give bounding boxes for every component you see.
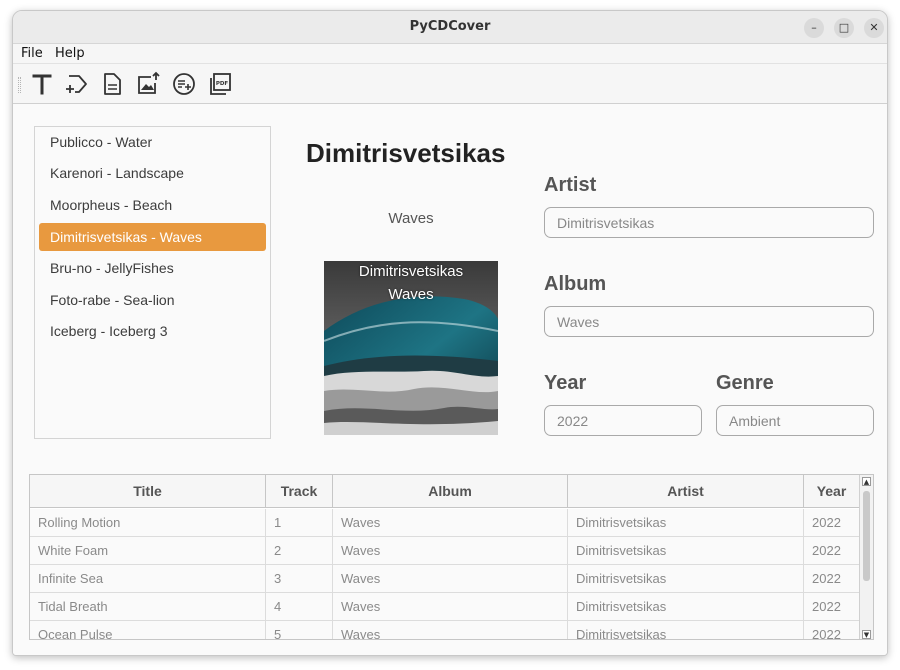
cell-artist: Dimitrisvetsikas — [568, 509, 804, 537]
menu-help[interactable]: Help — [55, 46, 85, 61]
scroll-up-icon[interactable]: ▲ — [862, 477, 871, 486]
album-label: Album — [544, 273, 607, 295]
column-header-track[interactable]: Track — [266, 475, 333, 508]
cover-image: Dimitrisvetsikas Waves — [324, 261, 498, 435]
list-item[interactable]: Karenori - Landscape — [39, 159, 266, 187]
year-label: Year — [544, 372, 587, 394]
cell-year: 2022 — [804, 565, 860, 593]
cell-title: Rolling Motion — [30, 509, 266, 537]
track-table[interactable]: Title Track Album Artist Year Rolling Mo… — [29, 474, 874, 640]
preview-album-caption: Waves — [388, 210, 434, 227]
table-row[interactable]: Rolling Motion 1 Waves Dimitrisvetsikas … — [30, 509, 860, 537]
list-item-selected[interactable]: Dimitrisvetsikas - Waves — [39, 223, 266, 251]
cell-album: Waves — [333, 621, 568, 639]
column-header-year[interactable]: Year — [804, 475, 860, 508]
cell-track: 5 — [266, 621, 333, 639]
cover-artist-text: Dimitrisvetsikas — [358, 263, 464, 280]
genre-field[interactable] — [716, 405, 874, 436]
cell-album: Waves — [333, 593, 568, 621]
close-button[interactable]: ✕ — [864, 18, 884, 38]
table-row[interactable]: White Foam 2 Waves Dimitrisvetsikas 2022 — [30, 537, 860, 565]
window-title: PyCDCover — [409, 19, 491, 34]
toolbar: PDF — [13, 64, 887, 104]
table-scrollbar[interactable]: ▲ ▼ — [859, 475, 873, 639]
column-header-title[interactable]: Title — [30, 475, 266, 508]
maximize-button[interactable]: □ — [834, 18, 854, 38]
cell-track: 1 — [266, 509, 333, 537]
document-icon[interactable] — [99, 71, 125, 97]
list-item[interactable]: Iceberg - Iceberg 3 — [39, 317, 266, 345]
cell-title: Ocean Pulse — [30, 621, 266, 639]
artist-field[interactable] — [544, 207, 874, 238]
svg-text:PDF: PDF — [216, 81, 229, 87]
cover-album-text: Waves — [388, 286, 434, 303]
table-row[interactable]: Ocean Pulse 5 Waves Dimitrisvetsikas 202… — [30, 621, 860, 639]
app-window: PyCDCover – □ ✕ File Help PDF Publicco -… — [12, 10, 888, 656]
cell-album: Waves — [333, 509, 568, 537]
artist-label: Artist — [544, 174, 597, 196]
menu-file[interactable]: File — [21, 46, 43, 61]
scroll-thumb[interactable] — [863, 491, 870, 581]
cell-year: 2022 — [804, 621, 860, 639]
cell-artist: Dimitrisvetsikas — [568, 565, 804, 593]
preview-artist-title: Dimitrisvetsikas — [306, 138, 506, 168]
cell-artist: Dimitrisvetsikas — [568, 537, 804, 565]
list-item[interactable]: Moorpheus - Beach — [39, 191, 266, 219]
album-field[interactable] — [544, 306, 874, 337]
table-row[interactable]: Infinite Sea 3 Waves Dimitrisvetsikas 20… — [30, 565, 860, 593]
column-header-album[interactable]: Album — [333, 475, 568, 508]
add-track-icon[interactable] — [63, 71, 89, 97]
cell-year: 2022 — [804, 593, 860, 621]
cell-title: White Foam — [30, 537, 266, 565]
main-content: Publicco - Water Karenori - Landscape Mo… — [13, 104, 887, 655]
title-bar[interactable]: PyCDCover – □ ✕ — [13, 11, 887, 44]
cell-artist: Dimitrisvetsikas — [568, 621, 804, 639]
pdf-icon[interactable]: PDF — [207, 71, 233, 97]
album-list[interactable]: Publicco - Water Karenori - Landscape Mo… — [34, 126, 271, 439]
list-item[interactable]: Bru-no - JellyFishes — [39, 254, 266, 282]
cell-album: Waves — [333, 537, 568, 565]
cell-title: Infinite Sea — [30, 565, 266, 593]
add-list-icon[interactable] — [171, 71, 197, 97]
table-row[interactable]: Tidal Breath 4 Waves Dimitrisvetsikas 20… — [30, 593, 860, 621]
text-icon[interactable] — [29, 71, 55, 97]
scroll-down-icon[interactable]: ▼ — [862, 630, 871, 639]
minimize-button[interactable]: – — [804, 18, 824, 38]
cell-artist: Dimitrisvetsikas — [568, 593, 804, 621]
toolbar-grip[interactable] — [18, 77, 21, 93]
cell-track: 4 — [266, 593, 333, 621]
list-item[interactable]: Publicco - Water — [39, 128, 266, 156]
cell-year: 2022 — [804, 537, 860, 565]
list-item[interactable]: Foto-rabe - Sea-lion — [39, 286, 266, 314]
cell-album: Waves — [333, 565, 568, 593]
image-upload-icon[interactable] — [135, 71, 161, 97]
column-header-artist[interactable]: Artist — [568, 475, 804, 508]
cell-track: 2 — [266, 537, 333, 565]
genre-label: Genre — [716, 372, 774, 394]
cell-year: 2022 — [804, 509, 860, 537]
year-field[interactable] — [544, 405, 702, 436]
cell-track: 3 — [266, 565, 333, 593]
table-header: Title Track Album Artist Year — [30, 475, 860, 508]
menu-bar: File Help — [13, 44, 887, 64]
cell-title: Tidal Breath — [30, 593, 266, 621]
